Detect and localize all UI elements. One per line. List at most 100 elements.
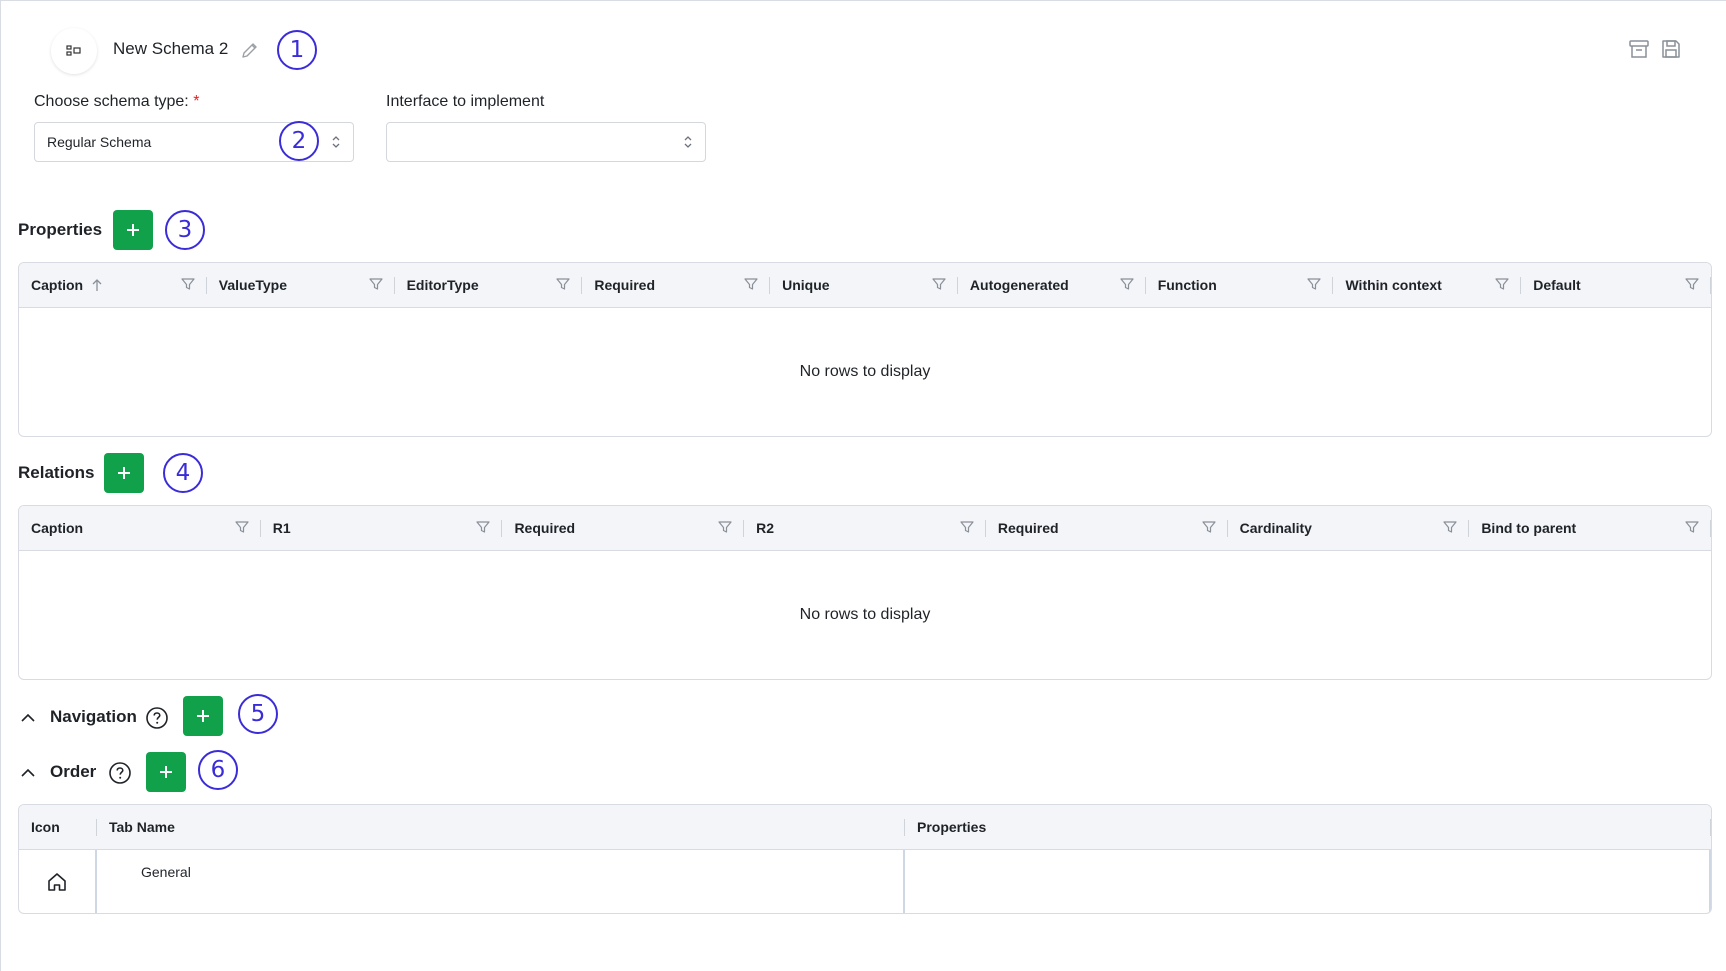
row-icon-cell	[19, 850, 97, 913]
column-header-properties[interactable]: Properties	[905, 805, 1711, 849]
filter-icon[interactable]	[1685, 520, 1699, 534]
filter-icon[interactable]	[556, 277, 570, 291]
collapse-chevron-icon[interactable]	[19, 709, 37, 727]
column-separator[interactable]	[1710, 520, 1711, 537]
column-header-label: Function	[1157, 277, 1217, 293]
filter-icon[interactable]	[1443, 520, 1457, 534]
help-icon[interactable]	[108, 761, 132, 785]
plus-icon	[160, 766, 172, 778]
filter-icon[interactable]	[235, 520, 249, 534]
column-header-default[interactable]: Default	[1521, 263, 1711, 307]
relations-grid-header: Caption R1 Required R2 Required Cardinal…	[19, 506, 1711, 551]
callout-marker: 1	[277, 30, 317, 70]
callout-marker: 3	[165, 210, 205, 250]
interface-label: Interface to implement	[386, 93, 545, 110]
sort-ascending-icon[interactable]	[91, 278, 103, 292]
add-property-button[interactable]	[113, 210, 153, 250]
column-header-label: Caption	[31, 277, 84, 293]
column-header-bind-to-parent[interactable]: Bind to parent	[1469, 506, 1711, 550]
column-separator[interactable]	[1710, 277, 1711, 294]
table-row[interactable]: General	[19, 850, 1711, 913]
filter-icon[interactable]	[1495, 277, 1509, 291]
relations-grid: Caption R1 Required R2 Required Cardinal…	[18, 505, 1712, 680]
column-header-label: Required	[594, 277, 656, 293]
callout-marker: 4	[163, 453, 203, 493]
filter-icon[interactable]	[1120, 277, 1134, 291]
edit-pencil-icon[interactable]	[240, 40, 260, 60]
column-separator[interactable]	[1710, 819, 1711, 836]
add-navigation-button[interactable]	[183, 696, 223, 736]
filter-icon[interactable]	[718, 520, 732, 534]
required-mark: *	[193, 93, 200, 110]
schema-type-label: Choose schema type: *	[34, 93, 199, 111]
schema-type-label-text: Choose schema type:	[34, 93, 189, 110]
filter-icon[interactable]	[1201, 520, 1216, 534]
callout-marker: 2	[279, 121, 319, 161]
column-header-icon[interactable]: Icon	[19, 805, 97, 849]
archive-icon[interactable]	[1628, 38, 1650, 60]
filter-icon[interactable]	[181, 277, 195, 291]
column-header-r2[interactable]: R2	[744, 506, 986, 550]
column-header-caption[interactable]: Caption	[19, 263, 207, 307]
help-icon[interactable]	[145, 706, 169, 730]
column-header-tab-name[interactable]: Tab Name	[97, 805, 905, 849]
column-header-label: Required	[997, 520, 1059, 536]
column-header-r1[interactable]: R1	[261, 506, 503, 550]
column-header-label: Caption	[31, 520, 84, 536]
order-title: Order	[50, 762, 97, 781]
column-header-editortype[interactable]: EditorType	[395, 263, 583, 307]
column-header-label: Tab Name	[109, 819, 175, 835]
properties-empty-message: No rows to display	[799, 363, 931, 380]
column-header-label: R1	[272, 520, 291, 536]
order-grid: Icon Tab Name Properties General	[18, 804, 1712, 914]
filter-icon[interactable]	[1307, 277, 1322, 291]
column-header-label: R2	[756, 520, 775, 536]
filter-icon[interactable]	[368, 277, 383, 291]
column-header-required[interactable]: Required	[582, 263, 771, 307]
column-header-required-1[interactable]: Required	[502, 506, 745, 550]
column-header-label: Autogenerated	[969, 277, 1069, 293]
plus-icon	[127, 224, 139, 236]
properties-title: Properties	[18, 220, 103, 239]
column-header-valuetype[interactable]: ValueType	[207, 263, 395, 307]
column-header-label: Cardinality	[1239, 520, 1312, 536]
interface-select[interactable]	[386, 122, 706, 162]
plus-icon	[118, 467, 130, 479]
column-header-unique[interactable]: Unique	[770, 263, 958, 307]
header-actions	[1628, 38, 1682, 60]
collapse-chevron-icon[interactable]	[19, 764, 37, 782]
row-tab-name-cell[interactable]: General	[97, 850, 905, 913]
schema-name: New Schema 2	[113, 39, 229, 58]
column-header-autogenerated[interactable]: Autogenerated	[958, 263, 1146, 307]
select-chevron-icon	[684, 136, 692, 148]
schema-type-value: Regular Schema	[47, 134, 152, 150]
filter-icon[interactable]	[932, 277, 946, 291]
filter-icon[interactable]	[960, 520, 974, 534]
select-chevron-icon	[332, 136, 340, 148]
relations-empty-message: No rows to display	[799, 606, 931, 623]
relations-title: Relations	[18, 463, 95, 482]
callout-marker: 6	[198, 750, 238, 790]
schema-avatar[interactable]	[51, 28, 97, 74]
home-icon[interactable]	[46, 871, 68, 893]
column-header-label: Icon	[31, 819, 60, 835]
column-header-caption[interactable]: Caption	[19, 506, 261, 550]
column-header-required-2[interactable]: Required	[986, 506, 1228, 550]
properties-grid: Caption ValueType EditorType Required Un…	[18, 262, 1712, 437]
column-header-label: EditorType	[406, 277, 479, 293]
add-order-button[interactable]	[146, 752, 186, 792]
column-header-label: Default	[1533, 277, 1581, 293]
column-header-label: Bind to parent	[1481, 520, 1577, 536]
column-header-label: Properties	[917, 819, 987, 835]
column-header-function[interactable]: Function	[1146, 263, 1334, 307]
add-relation-button[interactable]	[104, 453, 144, 493]
navigation-title: Navigation	[50, 707, 137, 726]
column-header-within-context[interactable]: Within context	[1333, 263, 1522, 307]
filter-icon[interactable]	[476, 520, 491, 534]
row-properties-cell[interactable]	[905, 850, 1711, 913]
schema-icon	[66, 45, 81, 56]
filter-icon[interactable]	[1685, 277, 1699, 291]
save-icon[interactable]	[1660, 38, 1682, 60]
column-header-cardinality[interactable]: Cardinality	[1228, 506, 1470, 550]
filter-icon[interactable]	[744, 277, 758, 291]
